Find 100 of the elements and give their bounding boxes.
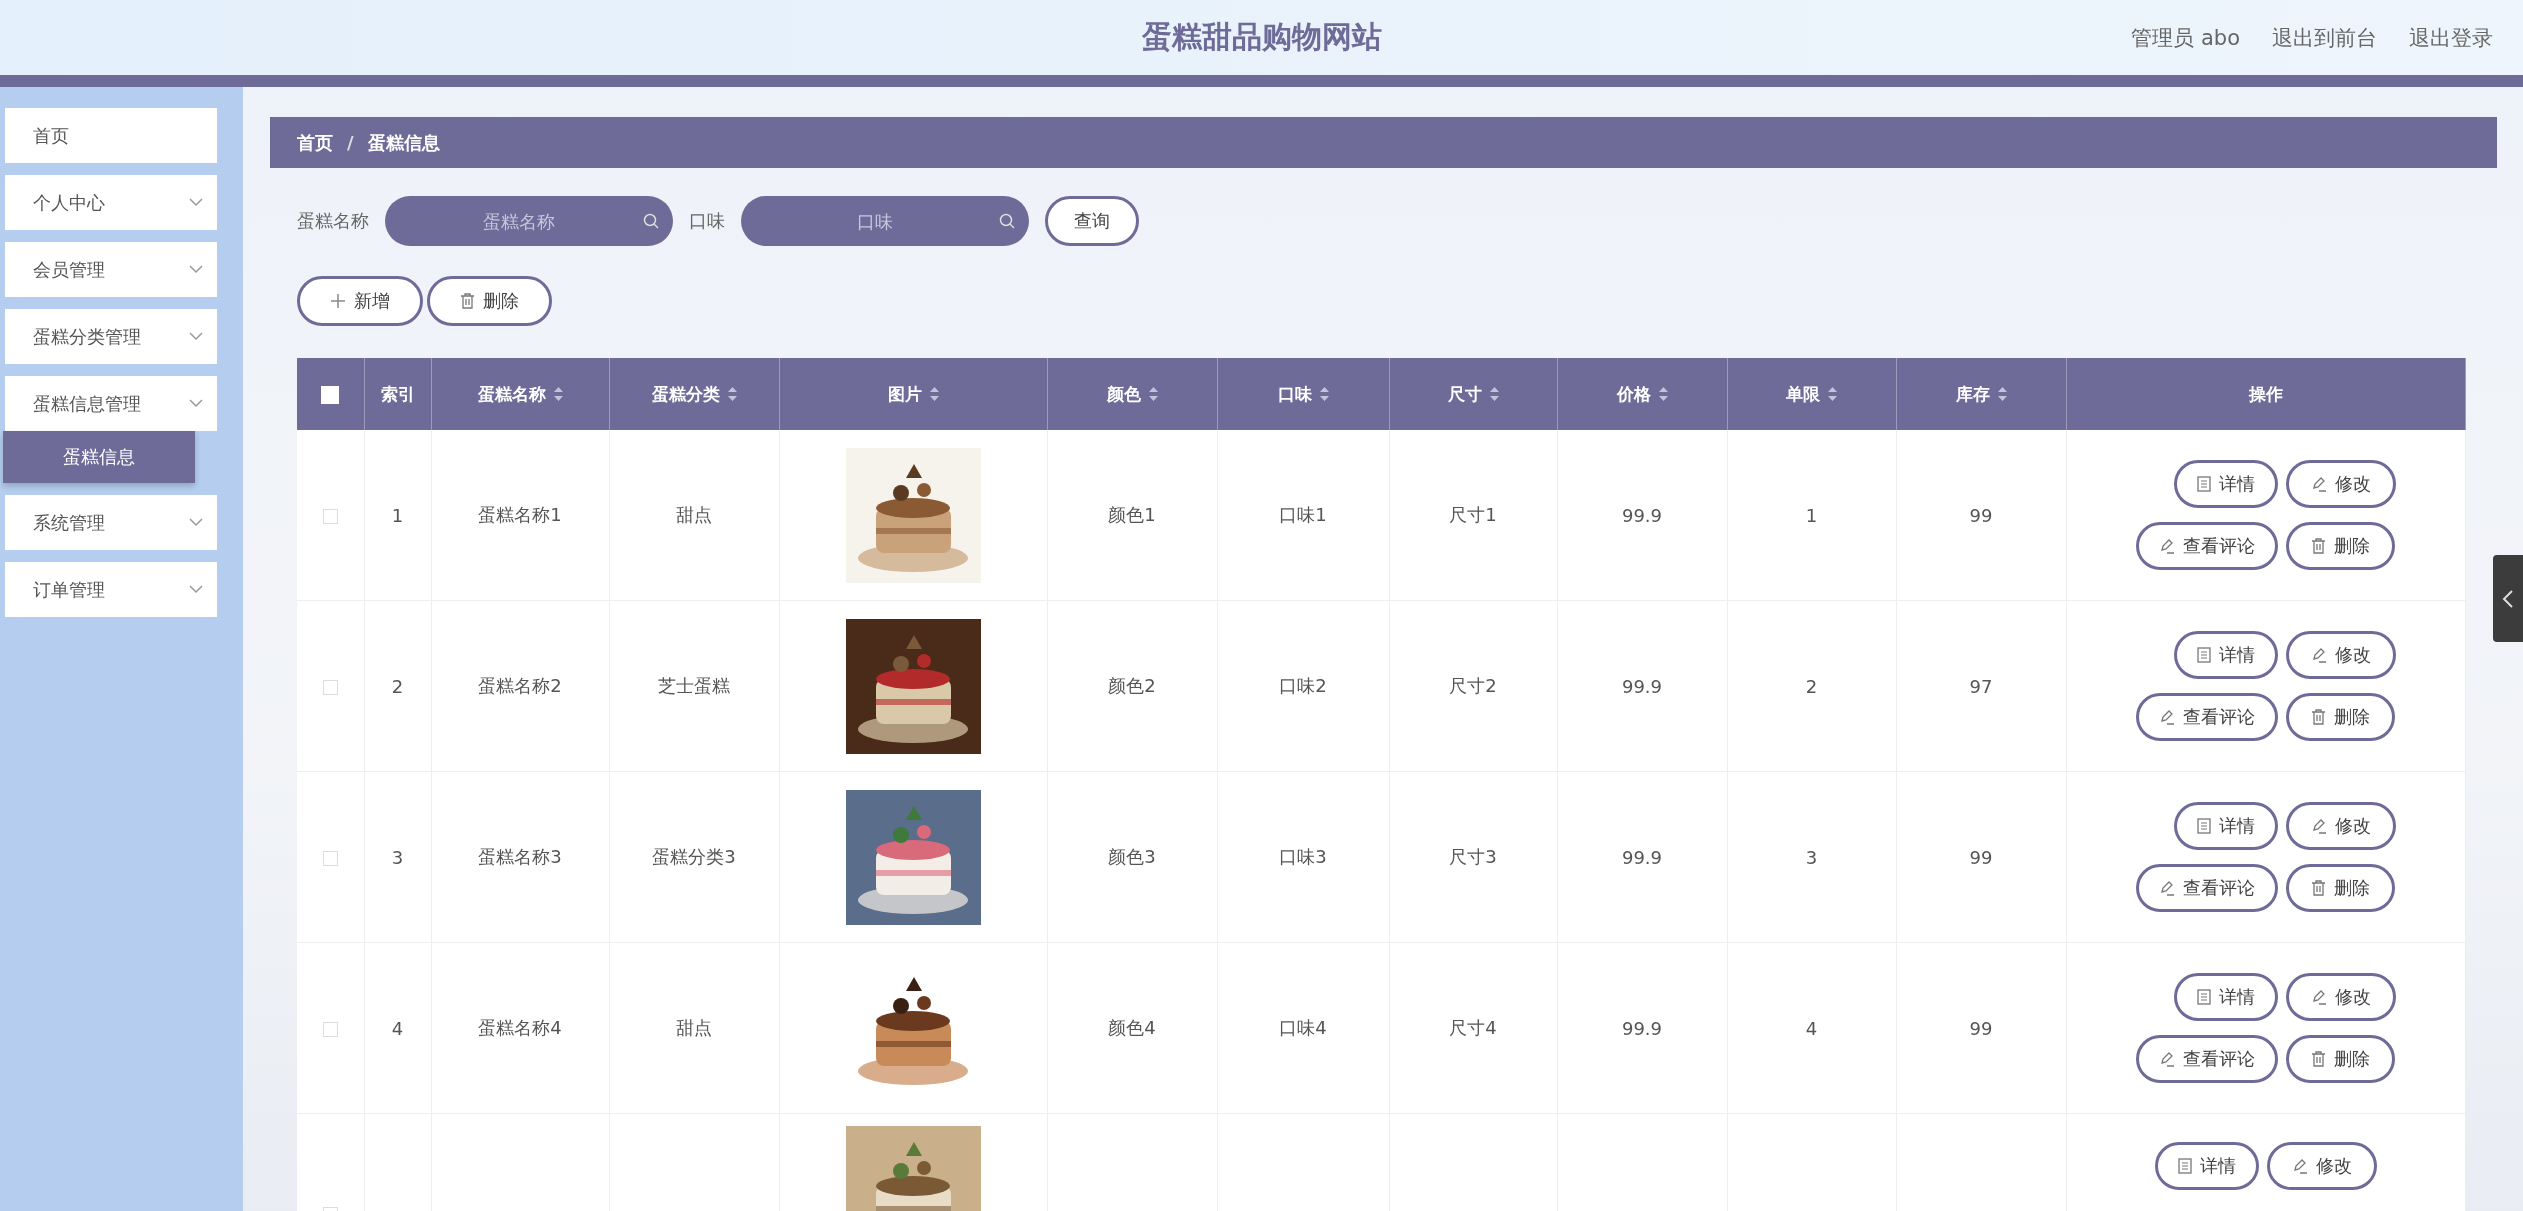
delete-button[interactable]: 删除 bbox=[427, 276, 552, 326]
table-cell: 尺寸4 bbox=[1449, 1017, 1497, 1038]
table-cell: 99.9 bbox=[1621, 504, 1663, 526]
delete-button[interactable]: 删除 bbox=[2285, 864, 2395, 912]
table-cell: 3 bbox=[1805, 846, 1818, 868]
search-button[interactable]: 查询 bbox=[1045, 196, 1139, 246]
table-cell: 颜色1 bbox=[1108, 504, 1156, 525]
detail-button[interactable]: 详情 bbox=[2154, 1142, 2259, 1190]
edit-button[interactable]: 修改 bbox=[2266, 1142, 2377, 1190]
sort-icon bbox=[1148, 387, 1158, 401]
column-header[interactable]: 库存 bbox=[1955, 382, 2007, 406]
pencil-icon bbox=[2310, 476, 2327, 492]
table-cell: 4 bbox=[1805, 1017, 1818, 1039]
column-header[interactable]: 尺寸 bbox=[1447, 382, 1499, 406]
sidebar-subitem[interactable]: 蛋糕信息 bbox=[3, 431, 195, 483]
trash-icon bbox=[460, 293, 475, 309]
delete-button[interactable]: 删除 bbox=[2285, 1035, 2395, 1083]
pencil-icon bbox=[2158, 709, 2175, 725]
trash-icon bbox=[2310, 709, 2326, 725]
document-icon bbox=[2196, 818, 2211, 834]
checkbox[interactable] bbox=[322, 851, 338, 866]
column-header[interactable]: 蛋糕名称 bbox=[477, 382, 563, 406]
search-field[interactable]: 口味 bbox=[741, 196, 1029, 246]
table-cell: 97 bbox=[1969, 675, 1993, 697]
table-cell: 1 bbox=[391, 504, 404, 526]
chevron-down-icon bbox=[189, 265, 203, 274]
document-icon bbox=[2177, 1158, 2192, 1174]
pencil-icon bbox=[2310, 818, 2327, 834]
breadcrumb-separator: / bbox=[347, 132, 354, 153]
header-link[interactable]: 退出登录 bbox=[2409, 23, 2493, 52]
site-title: 蛋糕甜品购物网站 bbox=[1141, 18, 1382, 56]
chevron-down-icon bbox=[189, 585, 203, 594]
column-header[interactable]: 口味 bbox=[1277, 382, 1329, 406]
pencil-icon bbox=[2158, 538, 2175, 554]
breadcrumb-item[interactable]: 首页 bbox=[297, 130, 333, 155]
sort-icon bbox=[553, 387, 563, 401]
sort-icon bbox=[1658, 387, 1668, 401]
comment-button[interactable]: 查看评论 bbox=[2135, 864, 2278, 912]
comment-button[interactable]: 查看评论 bbox=[2135, 522, 2278, 570]
edit-button[interactable]: 修改 bbox=[2285, 631, 2396, 679]
chevron-left-icon bbox=[2502, 588, 2514, 609]
table-cell: 蛋糕名称3 bbox=[478, 846, 562, 867]
trash-icon bbox=[2310, 1051, 2326, 1067]
search-field[interactable]: 蛋糕名称 bbox=[385, 196, 673, 246]
sort-icon bbox=[1828, 387, 1837, 401]
table-cell: 蛋糕分类3 bbox=[652, 846, 736, 867]
edit-button[interactable]: 修改 bbox=[2285, 460, 2396, 508]
detail-button[interactable]: 详情 bbox=[2173, 460, 2278, 508]
table-cell: 口味3 bbox=[1279, 846, 1327, 867]
table-cell: 99 bbox=[1969, 846, 1993, 868]
column-header[interactable]: 价格 bbox=[1616, 382, 1668, 406]
checkbox[interactable] bbox=[322, 680, 338, 695]
column-header: 操作 bbox=[2248, 382, 2283, 406]
sidebar-item[interactable]: 系统管理 bbox=[5, 495, 217, 550]
column-header: 索引 bbox=[380, 382, 415, 406]
sidebar-item[interactable]: 会员管理 bbox=[5, 242, 217, 297]
table-cell: 颜色4 bbox=[1108, 1017, 1156, 1038]
table-cell: 颜色2 bbox=[1108, 675, 1156, 696]
chevron-down-icon bbox=[189, 198, 203, 207]
delete-button[interactable]: 删除 bbox=[2285, 522, 2395, 570]
trash-icon bbox=[2310, 538, 2326, 554]
comment-button[interactable]: 查看评论 bbox=[2135, 693, 2278, 741]
column-header[interactable]: 蛋糕分类 bbox=[651, 382, 737, 406]
table-cell: 99.9 bbox=[1621, 1017, 1663, 1039]
detail-button[interactable]: 详情 bbox=[2173, 802, 2278, 850]
sort-icon bbox=[727, 387, 737, 401]
edit-button[interactable]: 修改 bbox=[2285, 802, 2396, 850]
field-label: 蛋糕名称 bbox=[297, 209, 369, 233]
sidebar-item[interactable]: 蛋糕信息管理 bbox=[5, 376, 217, 431]
column-header[interactable]: 颜色 bbox=[1106, 382, 1158, 406]
header-link[interactable]: 退出到前台 bbox=[2272, 23, 2377, 52]
comment-button[interactable]: 查看评论 bbox=[2135, 1035, 2278, 1083]
table-cell: 尺寸1 bbox=[1449, 504, 1497, 525]
checkbox[interactable] bbox=[322, 1022, 338, 1037]
document-icon bbox=[2196, 647, 2211, 663]
checkbox[interactable] bbox=[322, 509, 338, 524]
plus-icon bbox=[330, 293, 346, 309]
table-cell: 尺寸3 bbox=[1449, 846, 1497, 867]
edit-button[interactable]: 修改 bbox=[2285, 973, 2396, 1021]
panel-toggle[interactable] bbox=[2493, 555, 2523, 642]
detail-button[interactable]: 详情 bbox=[2173, 973, 2278, 1021]
document-icon bbox=[2196, 476, 2211, 492]
table-cell: 3 bbox=[391, 846, 404, 868]
column-header[interactable]: 单限 bbox=[1786, 382, 1837, 406]
delete-button[interactable]: 删除 bbox=[2285, 693, 2395, 741]
table-cell: 甜点 bbox=[676, 1017, 712, 1038]
sidebar-item[interactable]: 个人中心 bbox=[5, 175, 217, 230]
column-header[interactable]: 图片 bbox=[887, 382, 939, 406]
table-cell: 2 bbox=[1805, 675, 1818, 697]
table-cell: 99 bbox=[1969, 1017, 1993, 1039]
sidebar-item[interactable]: 订单管理 bbox=[5, 562, 217, 617]
header-link[interactable]: 管理员 abo bbox=[2131, 23, 2240, 52]
sidebar-item[interactable]: 首页 bbox=[5, 108, 217, 163]
add-button[interactable]: 新增 bbox=[297, 276, 423, 326]
pencil-icon bbox=[2310, 989, 2327, 1005]
pencil-icon bbox=[2158, 1051, 2175, 1067]
sort-icon bbox=[1997, 387, 2007, 401]
table-cell: 99 bbox=[1969, 504, 1993, 526]
detail-button[interactable]: 详情 bbox=[2173, 631, 2278, 679]
sidebar-item[interactable]: 蛋糕分类管理 bbox=[5, 309, 217, 364]
